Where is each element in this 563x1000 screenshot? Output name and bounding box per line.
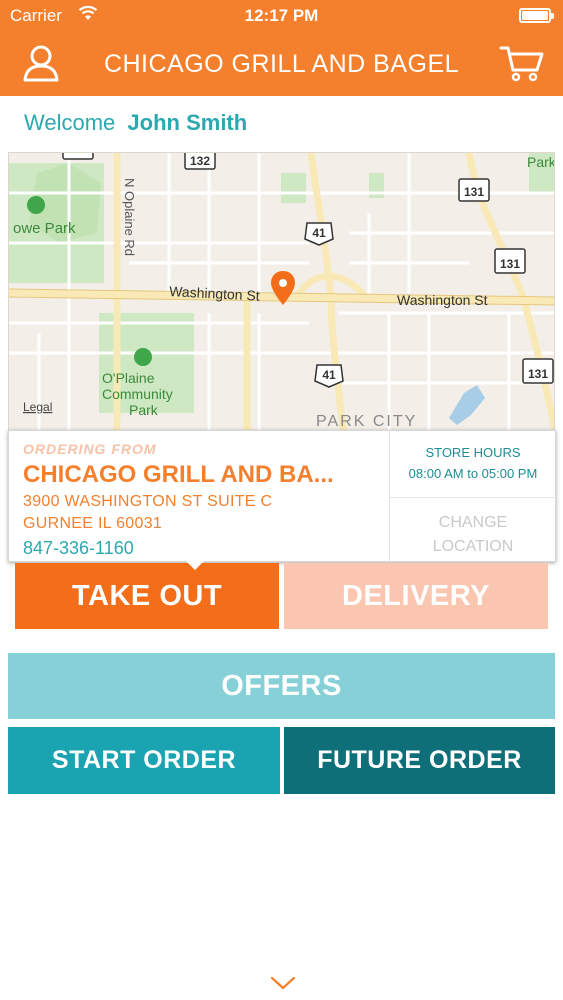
- change-location-line-1: CHANGE: [438, 514, 508, 531]
- park-icon-cp: [134, 348, 152, 366]
- map-label-park-ne: Park: [527, 154, 555, 170]
- delivery-button[interactable]: DELIVERY: [284, 563, 548, 629]
- park-area-small: [281, 173, 306, 203]
- ordering-from-label: ORDERING FROM: [23, 441, 157, 457]
- map-label-washington-2: Washington St: [397, 292, 488, 308]
- shield-132-a-label: 132: [190, 154, 210, 168]
- map-label-oplaine-rd: N Oplaine Rd: [122, 178, 137, 256]
- welcome-label: Welcome: [24, 110, 116, 135]
- water-area: [449, 385, 485, 425]
- map-label-park-city: PARK CITY: [316, 413, 417, 430]
- future-order-button[interactable]: FUTURE ORDER: [284, 727, 555, 794]
- welcome-line: Welcome John Smith: [24, 110, 247, 136]
- map-label-oplaine: O'Plaine: [102, 370, 155, 386]
- chevron-down-icon[interactable]: [270, 975, 296, 991]
- store-info-card: ORDERING FROM CHICAGO GRILL AND BA... 39…: [8, 430, 556, 562]
- map-label-washington-1: Washington St: [169, 283, 260, 304]
- map-label-park: Park: [129, 402, 159, 418]
- card-divider-horizontal: [390, 497, 556, 498]
- store-map[interactable]: owe Park N Oplaine Rd Washington St Wash…: [8, 152, 555, 442]
- shield-41-a-label: 41: [312, 226, 326, 240]
- store-details: ORDERING FROM CHICAGO GRILL AND BA... 39…: [23, 441, 387, 559]
- user-name: John Smith: [127, 110, 248, 135]
- shield-132-b: [62, 153, 94, 160]
- map-label-community: Community: [102, 386, 173, 402]
- store-hours-value: 08:00 AM to 05:00 PM: [408, 466, 538, 481]
- selection-pointer: [186, 561, 204, 570]
- store-phone-link[interactable]: 847-336-1160: [23, 538, 387, 559]
- start-order-button[interactable]: START ORDER: [8, 727, 280, 794]
- map-label-park-west: owe Park: [13, 220, 76, 237]
- shield-131-a-label: 131: [464, 185, 484, 199]
- store-name: CHICAGO GRILL AND BA...: [23, 461, 334, 488]
- store-address-line-2: GURNEE IL 60031: [23, 515, 163, 532]
- nav-bar: CHICAGO GRILL AND BAGEL: [0, 32, 563, 96]
- clock-time: 12:17 PM: [244, 6, 319, 25]
- cart-icon[interactable]: [499, 42, 545, 84]
- store-address-line-1: 3900 WASHINGTON ST SUITE C: [23, 493, 273, 510]
- map-canvas: owe Park N Oplaine Rd Washington St Wash…: [9, 153, 555, 441]
- shield-131-c-label: 131: [528, 367, 548, 381]
- app-title: CHICAGO GRILL AND BAGEL: [103, 50, 460, 78]
- change-location-button[interactable]: CHANGE LOCATION: [390, 511, 556, 559]
- shield-131-b-label: 131: [500, 257, 520, 271]
- change-location-line-2: LOCATION: [432, 538, 514, 555]
- map-legal-link[interactable]: Legal: [23, 400, 52, 414]
- offers-button[interactable]: OFFERS: [8, 653, 555, 719]
- store-hours: STORE HOURS 08:00 AM to 05:00 PM: [390, 445, 556, 481]
- battery-icon: [519, 8, 554, 23]
- store-hours-label: STORE HOURS: [425, 445, 521, 460]
- take-out-button[interactable]: TAKE OUT: [15, 563, 279, 629]
- park-icon-west: [27, 196, 45, 214]
- status-bar: Carrier 12:17 PM: [0, 0, 563, 32]
- shield-41-b-label: 41: [322, 368, 336, 382]
